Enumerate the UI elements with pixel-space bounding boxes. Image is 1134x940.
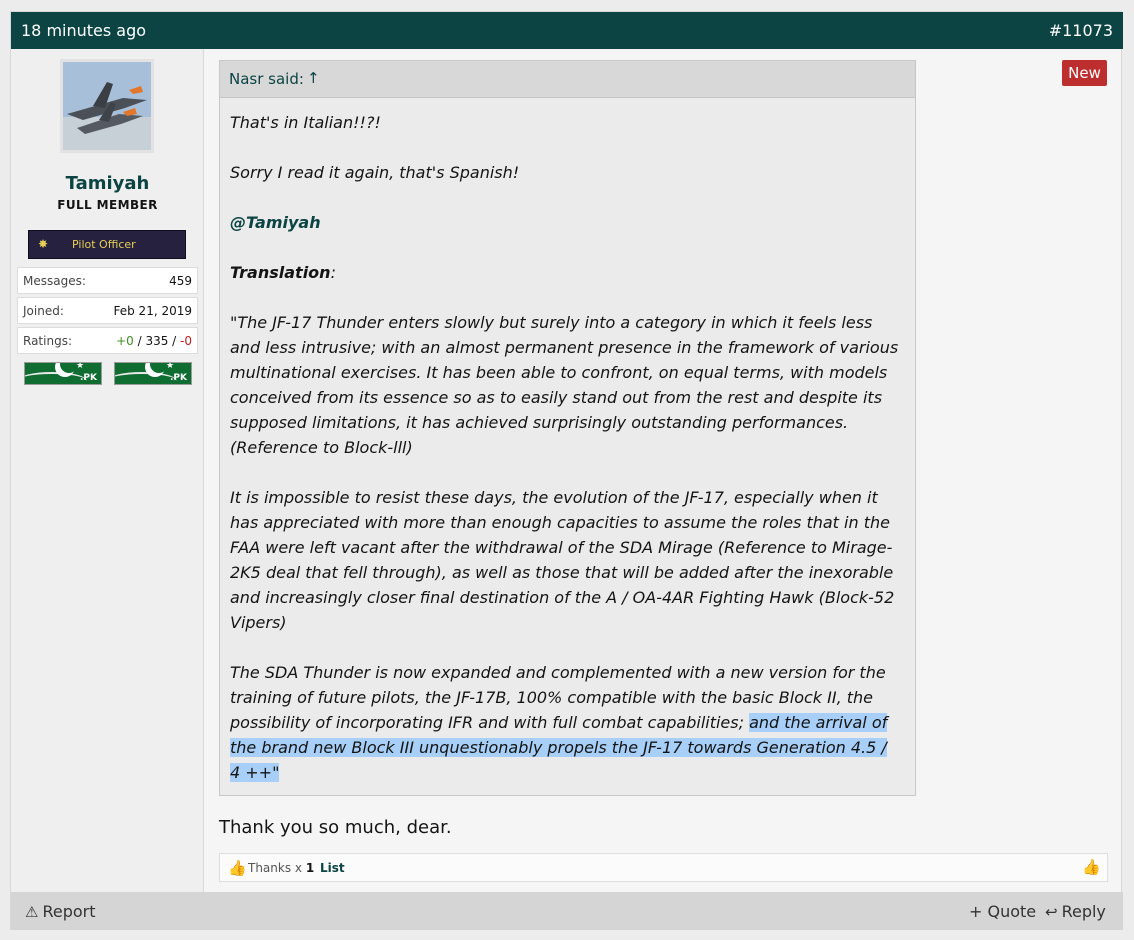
rank-label: Pilot Officer — [72, 238, 136, 251]
quote-line: the brand new Block III unquestionably p… — [230, 738, 887, 757]
quote-line: 4 ++" — [230, 763, 280, 782]
quote-line: multinational exercises. It has been abl… — [230, 363, 888, 382]
quote-line: possibility of incorporating IFR and wit… — [230, 713, 888, 732]
post-content: New Nasr said: ↑ That's in Italian!!?! S… — [205, 49, 1123, 892]
quote-line: "The JF-17 Thunder enters slowly but sur… — [230, 313, 873, 332]
stat-messages: Messages: 459 — [17, 267, 198, 294]
post-header: 18 minutes ago #11073 — [11, 12, 1123, 49]
quote-line: Translation: — [230, 263, 336, 282]
like-button-icon[interactable]: 👍 — [1082, 858, 1101, 876]
quote-line: and less intrusive; with an almost perma… — [230, 338, 899, 357]
selected-text: 4 ++" — [230, 763, 280, 782]
likes-list-link[interactable]: List — [320, 861, 345, 875]
post-timestamp[interactable]: 18 minutes ago — [21, 21, 146, 40]
quote-line: training of future pilots, the JF-17B, 1… — [230, 688, 873, 707]
post-actions-bar: ⚠ Report + Quote ↩ Reply — [11, 892, 1123, 930]
quote-button[interactable]: + Quote — [969, 902, 1036, 921]
post-body-text: Thank you so much, dear. — [219, 817, 452, 838]
thumbs-up-icon: 👍 — [228, 859, 247, 877]
reply-icon: ↩ — [1045, 903, 1058, 921]
stat-key: Messages: — [23, 274, 86, 288]
user-info-column: Tamiyah FULL MEMBER ✸ Pilot Officer Mess… — [11, 49, 204, 892]
forum-post: 18 minutes ago #11073 Tamiyah FULL MEMBE… — [10, 11, 1123, 930]
arrow-up-icon[interactable]: ↑ — [307, 69, 320, 87]
quote-line: has appreciated with more than enough ca… — [230, 513, 890, 532]
quote-line: It is impossible to resist these days, t… — [230, 488, 878, 507]
quote-block: Nasr said: ↑ That's in Italian!!?! Sorry… — [219, 60, 916, 796]
likes-count: 1 — [305, 861, 315, 875]
ratings-sep: / — [133, 334, 146, 348]
quote-line: FAA were left vacant after the withdrawa… — [230, 538, 893, 557]
flag-label: .PK — [170, 373, 187, 383]
ratings-sep: / — [168, 334, 181, 348]
stat-value: 459 — [169, 274, 192, 288]
quote-line: The SDA Thunder is now expanded and comp… — [230, 663, 886, 682]
colon: : — [330, 263, 336, 282]
quote-line: supposed limitations, it has achieved su… — [230, 413, 849, 432]
quote-line: Sorry I read it again, that's Spanish! — [230, 163, 520, 182]
likes-label: Thanks x — [248, 861, 306, 875]
star-icon: ★ — [76, 362, 85, 371]
quote-line: That's in Italian!!?! — [230, 113, 381, 132]
ratings-positive: +0 — [116, 334, 134, 348]
quote-line: and increasingly closer final destinatio… — [230, 588, 895, 607]
post-number-link[interactable]: #11073 — [1049, 21, 1113, 40]
stat-ratings: Ratings: +0 / 335 / -0 — [17, 327, 198, 354]
username[interactable]: Tamiyah — [11, 173, 204, 194]
quote-author[interactable]: Nasr said: — [229, 70, 304, 88]
star-icon: ★ — [166, 362, 175, 371]
quote-line: (Reference to Block-lll) — [230, 438, 413, 457]
avatar-image — [63, 62, 151, 150]
quote-text: possibility of incorporating IFR and wit… — [230, 713, 750, 732]
stat-value: +0 / 335 / -0 — [116, 334, 192, 348]
flag-label: .PK — [80, 373, 97, 383]
reply-label: Reply — [1061, 902, 1106, 921]
selected-text: and the arrival of — [749, 713, 888, 732]
new-badge: New — [1062, 60, 1107, 86]
rank-banner: ✸ Pilot Officer — [28, 230, 186, 259]
stat-joined: Joined: Feb 21, 2019 — [17, 297, 198, 324]
ratings-neutral: 335 — [145, 334, 169, 348]
quote-line: 2K5 deal that fell through), as well as … — [230, 563, 894, 582]
avatar[interactable] — [60, 59, 154, 153]
ratings-negative: -0 — [180, 334, 192, 348]
country-flag: ★ .PK — [24, 362, 102, 385]
country-flag: ★ .PK — [114, 362, 192, 385]
quote-line: conceived from its essence so as to easi… — [230, 388, 883, 407]
rank-star-icon: ✸ — [38, 237, 49, 251]
stat-key: Joined: — [23, 304, 64, 318]
likes-summary: Thanks x 1 — [248, 861, 314, 875]
user-mention[interactable]: @Tamiyah — [230, 213, 321, 232]
stat-value: Feb 21, 2019 — [113, 304, 193, 318]
report-button[interactable]: ⚠ Report — [25, 902, 96, 921]
warning-icon: ⚠ — [25, 903, 39, 921]
translation-label: Translation — [230, 263, 331, 282]
quote-header[interactable]: Nasr said: ↑ — [220, 61, 915, 98]
stat-key: Ratings: — [23, 334, 72, 348]
likes-bar: 👍 Thanks x 1 List 👍 — [219, 853, 1108, 882]
user-title: FULL MEMBER — [57, 198, 158, 212]
selected-text: the brand new Block III unquestionably p… — [230, 738, 887, 757]
quote-line: Vipers) — [230, 613, 287, 632]
report-label: Report — [42, 902, 96, 921]
reply-button[interactable]: ↩ Reply — [1045, 902, 1106, 921]
